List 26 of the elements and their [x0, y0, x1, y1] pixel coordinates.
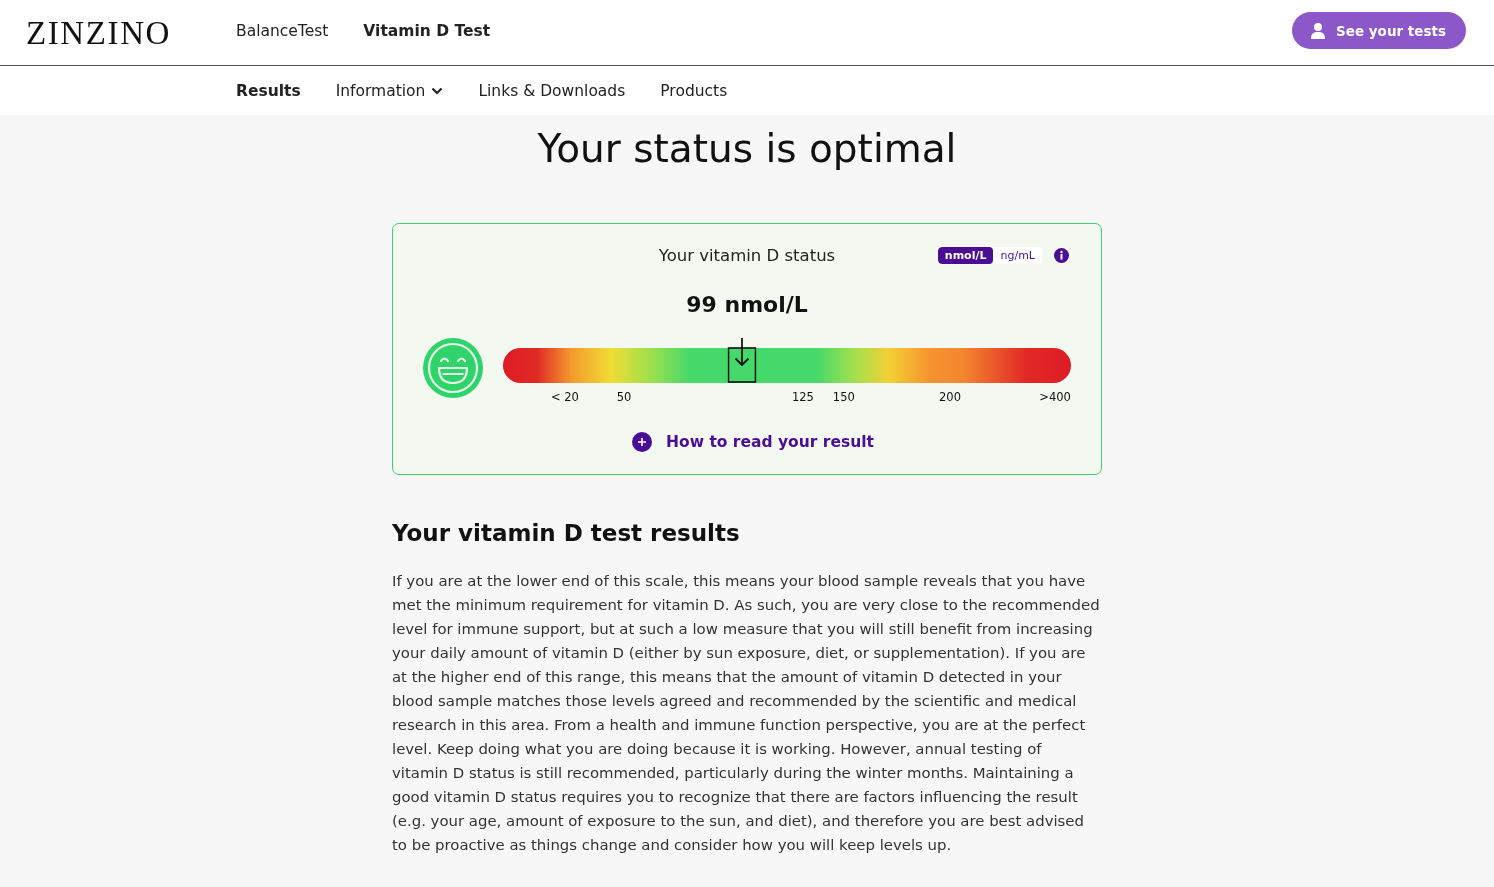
nav-link[interactable]: BalanceTest — [236, 21, 329, 40]
chevron-down-icon — [431, 86, 444, 95]
see-tests-button[interactable]: See your tests — [1292, 12, 1466, 49]
subnav-link[interactable]: Products — [660, 81, 728, 100]
result-value: 99 nmol/L — [686, 292, 808, 317]
gauge-tick-label: 125 — [791, 390, 814, 404]
subnav-link[interactable]: Information — [335, 81, 444, 100]
unit-option[interactable]: nmol/L — [937, 247, 994, 264]
logo[interactable]: ZINZINO — [26, 12, 236, 53]
gauge-tick-label: 50 — [616, 390, 632, 404]
plus-icon — [632, 432, 653, 452]
gauge-tick-label: < 20 — [550, 390, 579, 404]
results-paragraph: If you are at the lower end of this scale, this means your blood sample reveals that you have met the minimum requirement for vitamin D. As such, you are very close to the recommended level for immune support, but at such a low measure that you will still benefit from increasing your daily amount of vitamin D (either by sun exposure, diet, or supplementation). If you are at the higher end of this range, this means that the amount of vitamin D detected in your blood sample matches those levels agreed and recommended by the scientific and medical research in this area. From a health and immune function perspective, you are at the perfect level. Keep doing what you are doing because it is working. However, annual testing of vitamin D status is still recommended, particularly during the winter months. Maintaining a good vitamin D status requires you to recognize that there are factors influencing the result (e.g. your age, amount of exposure to the sun, and diet), and therefore you are best advised to be proactive as things change and consider how you will keep levels up. — [392, 571, 1101, 856]
user-icon — [1311, 22, 1326, 39]
how-to-read-link[interactable]: How to read your result — [632, 432, 874, 452]
gauge-tick-label: 200 — [939, 390, 961, 404]
nav-link[interactable]: Vitamin D Test — [363, 21, 491, 40]
card-heading: Your vitamin D status — [658, 246, 836, 265]
section-heading: Your vitamin D test results — [392, 519, 741, 548]
subnav-link[interactable]: Results — [236, 81, 301, 100]
page-title: Your status is optimal — [537, 125, 957, 173]
gauge-tick-label: >400 — [1039, 390, 1071, 404]
subnav-link[interactable]: Links & Downloads — [478, 81, 626, 100]
info-icon[interactable] — [1054, 248, 1069, 263]
gauge-tick-label: 150 — [832, 390, 855, 404]
smiley-face-icon — [423, 338, 483, 398]
